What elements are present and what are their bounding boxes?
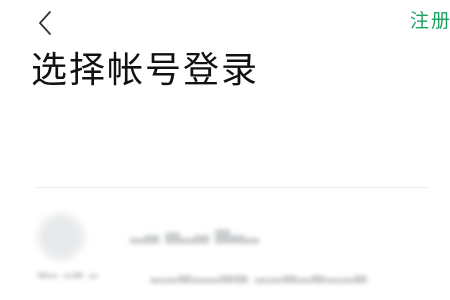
account-item[interactable]: ▂▃ ▄▂▃ ▅▃▂ ▃▂ ▂▃ ▂ ▂▂▃▂▂▃▃ ▂▂▃▂▃▂▂▃ [30,206,425,286]
page-title: 选择帐号登录 [31,50,260,91]
account-name-obscured: ▂▃ ▄▂▃ ▅▃▂ [130,222,259,244]
register-link[interactable]: 注册 [410,7,450,35]
account-detail-obscured: ▃▂ ▂▃ ▂ [38,264,99,278]
avatar [38,214,84,260]
back-button[interactable] [30,8,60,38]
account-list: ▂▃ ▄▂▃ ▅▃▂ ▃▂ ▂▃ ▂ ▂▂▃▂▂▃▃ ▂▂▃▂▃▂▂▃ [0,188,450,300]
account-email-obscured: ▂▂▃▂▂▃▃ ▂▂▃▂▃▂▂▃ [150,264,368,284]
chevron-left-icon [39,11,51,35]
